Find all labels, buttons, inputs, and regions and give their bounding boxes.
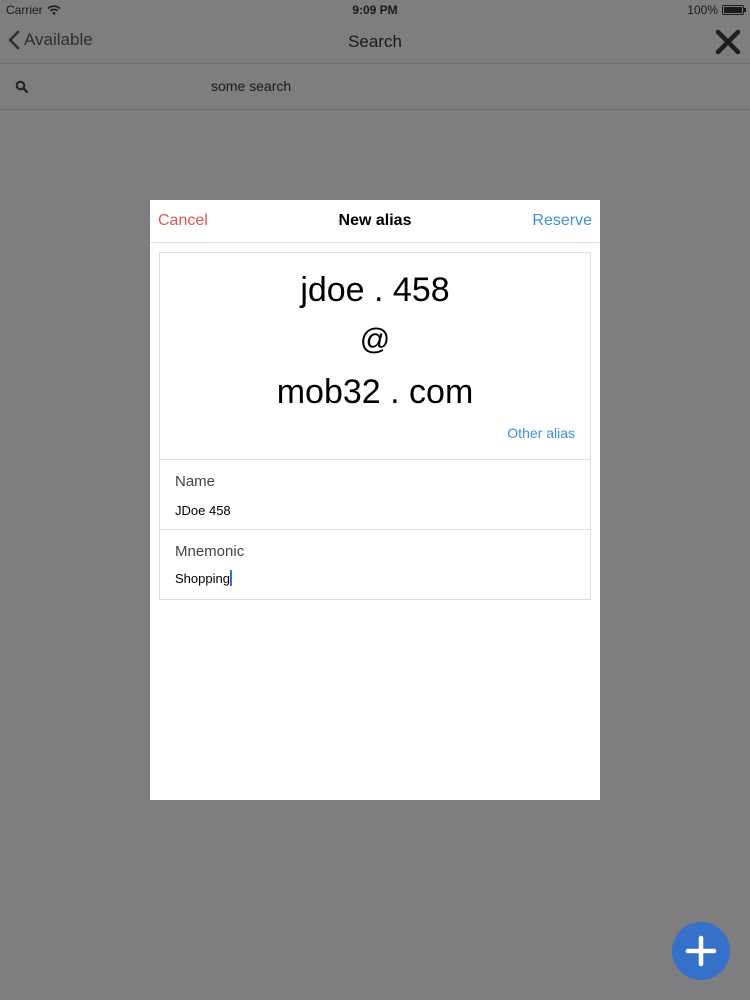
mnemonic-field-label: Mnemonic <box>175 543 245 560</box>
status-bar: Carrier 9:09 PM 100% <box>0 0 750 20</box>
other-alias-link[interactable]: Other alias <box>507 425 575 441</box>
battery-percent: 100% <box>687 3 718 17</box>
new-alias-dialog: Cancel New alias Reserve jdoe . 458 @ mo… <box>150 200 600 800</box>
search-input[interactable]: some search <box>211 78 291 94</box>
clock: 9:09 PM <box>352 3 398 17</box>
mnemonic-field-value: Shopping <box>175 571 230 586</box>
search-icon <box>15 80 29 94</box>
name-field-label: Name <box>175 473 216 490</box>
plus-icon <box>685 935 717 967</box>
name-field-row: Name <box>160 460 590 530</box>
text-caret <box>229 570 232 586</box>
alias-preview: jdoe . 458 @ mob32 . com Other alias <box>160 253 590 460</box>
alias-local-part: jdoe . 458 <box>300 271 450 309</box>
dialog-header: Cancel New alias Reserve <box>150 200 600 243</box>
alias-form-card: jdoe . 458 @ mob32 . com Other alias Nam… <box>159 252 591 600</box>
reserve-button[interactable]: Reserve <box>532 212 592 230</box>
add-button[interactable] <box>672 922 730 980</box>
page-title: Search <box>348 32 402 51</box>
mnemonic-field-row: Mnemonic Shopping <box>160 530 590 600</box>
mnemonic-field[interactable]: Shopping <box>175 570 232 586</box>
battery-icon <box>722 5 746 15</box>
alias-at-sign: @ <box>359 323 391 356</box>
alias-domain: mob32 . com <box>276 373 474 411</box>
battery-indicator: 100% <box>687 3 746 17</box>
search-bar[interactable]: some search <box>0 64 750 110</box>
navigation-bar: Available Search <box>0 20 750 64</box>
close-icon <box>715 29 741 55</box>
name-field[interactable] <box>175 500 575 520</box>
close-button[interactable] <box>714 28 742 56</box>
